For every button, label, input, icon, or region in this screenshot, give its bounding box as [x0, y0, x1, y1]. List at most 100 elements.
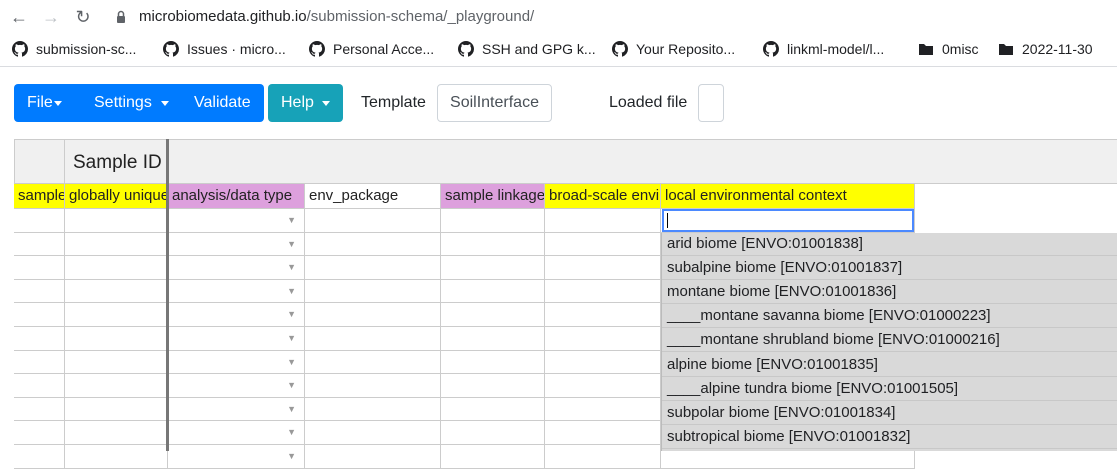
dropdown-arrow-icon[interactable]: ▼ — [287, 327, 296, 349]
table-cell[interactable] — [305, 232, 441, 257]
table-cell[interactable] — [545, 327, 661, 351]
table-cell[interactable] — [545, 209, 661, 233]
dropdown-option[interactable]: arid biome [ENVO:01001838] — [662, 233, 1117, 256]
table-cell[interactable] — [305, 445, 441, 469]
table-cell[interactable]: ▼ — [168, 350, 305, 375]
table-cell[interactable] — [14, 327, 65, 351]
table-cell[interactable] — [545, 421, 661, 445]
dropdown-option[interactable]: ____alpine tundra biome [ENVO:01001505] — [662, 377, 1117, 401]
table-cell[interactable] — [305, 303, 441, 327]
loaded-file-input[interactable] — [698, 84, 724, 122]
table-cell[interactable] — [441, 445, 545, 469]
column-header[interactable]: local environmental context — [661, 184, 915, 209]
table-cell[interactable] — [65, 279, 168, 304]
table-cell[interactable] — [65, 232, 168, 257]
table-cell[interactable] — [65, 327, 168, 351]
table-cell[interactable] — [545, 256, 661, 280]
dropdown-option[interactable]: ____montane shrubland biome [ENVO:010002… — [662, 329, 1117, 353]
table-cell[interactable] — [65, 374, 168, 398]
table-cell[interactable]: ▼ — [168, 374, 305, 398]
table-cell[interactable] — [65, 421, 168, 445]
dropdown-arrow-icon[interactable]: ▼ — [287, 256, 296, 278]
dropdown-arrow-icon[interactable]: ▼ — [287, 421, 296, 443]
table-cell[interactable] — [441, 303, 545, 327]
template-select[interactable]: SoilInterface — [437, 84, 552, 122]
column-header[interactable]: analysis/data type — [168, 184, 305, 209]
validate-button[interactable]: Validate — [180, 84, 264, 122]
dropdown-arrow-icon[interactable]: ▼ — [287, 303, 296, 325]
table-cell[interactable] — [14, 256, 65, 280]
dropdown-option[interactable]: subtropical biome [ENVO:01001832] — [662, 425, 1117, 449]
table-cell[interactable] — [305, 397, 441, 422]
table-cell[interactable] — [441, 327, 545, 351]
table-cell[interactable] — [441, 279, 545, 304]
table-cell[interactable] — [441, 374, 545, 398]
table-cell[interactable] — [14, 374, 65, 398]
table-cell[interactable]: ▼ — [168, 445, 305, 469]
table-cell[interactable]: ▼ — [168, 303, 305, 327]
table-cell[interactable] — [545, 279, 661, 304]
table-cell[interactable] — [441, 232, 545, 257]
table-cell[interactable] — [305, 350, 441, 375]
table-cell[interactable] — [305, 421, 441, 445]
dropdown-arrow-icon[interactable]: ▼ — [287, 209, 296, 231]
table-cell[interactable] — [14, 209, 65, 233]
table-cell[interactable]: ▼ — [168, 279, 305, 304]
dropdown-arrow-icon[interactable]: ▼ — [287, 445, 296, 467]
table-cell[interactable] — [14, 397, 65, 422]
table-cell[interactable] — [441, 209, 545, 233]
table-cell[interactable] — [14, 445, 65, 469]
dropdown-option[interactable]: alpine biome [ENVO:01001835] — [662, 353, 1117, 377]
table-cell[interactable]: ▼ — [168, 256, 305, 280]
dropdown-arrow-icon[interactable]: ▼ — [287, 374, 296, 396]
table-cell[interactable] — [14, 303, 65, 327]
dropdown-arrow-icon[interactable]: ▼ — [287, 351, 296, 373]
table-cell[interactable] — [545, 445, 661, 469]
table-cell[interactable] — [305, 374, 441, 398]
dropdown-option[interactable]: subpolar biome [ENVO:01001834] — [662, 401, 1117, 425]
table-cell[interactable] — [65, 303, 168, 327]
reload-icon[interactable]: ↻ — [70, 4, 96, 30]
dropdown-arrow-icon[interactable]: ▼ — [287, 280, 296, 302]
dropdown-arrow-icon[interactable]: ▼ — [287, 233, 296, 255]
table-cell[interactable] — [545, 303, 661, 327]
table-cell[interactable]: ▼ — [168, 232, 305, 257]
table-cell[interactable] — [14, 232, 65, 257]
file-menu-button[interactable]: File — [14, 84, 80, 122]
column-header[interactable]: sample name — [14, 184, 65, 209]
table-cell[interactable]: ▼ — [168, 397, 305, 422]
table-cell[interactable] — [65, 397, 168, 422]
column-header[interactable]: sample linkage — [441, 184, 545, 209]
table-cell[interactable] — [305, 279, 441, 304]
lock-icon[interactable] — [116, 10, 126, 24]
table-cell[interactable]: ▼ — [168, 421, 305, 445]
table-cell[interactable]: ▼ — [168, 327, 305, 351]
table-cell[interactable] — [305, 256, 441, 280]
table-cell[interactable] — [441, 350, 545, 375]
table-cell[interactable] — [545, 374, 661, 398]
column-header[interactable]: broad-scale environmental context — [545, 184, 661, 209]
table-cell[interactable] — [65, 256, 168, 280]
table-cell[interactable] — [545, 232, 661, 257]
table-cell[interactable]: ▼ — [168, 209, 305, 233]
column-header[interactable]: env_package — [305, 184, 441, 209]
help-menu-button[interactable]: Help — [268, 84, 343, 122]
settings-menu-button[interactable]: Settings — [80, 84, 180, 122]
table-cell[interactable] — [305, 209, 441, 233]
table-cell[interactable] — [65, 209, 168, 233]
dropdown-option[interactable]: subalpine biome [ENVO:01001837] — [662, 257, 1117, 281]
dropdown-arrow-icon[interactable]: ▼ — [287, 398, 296, 420]
table-cell[interactable] — [441, 256, 545, 280]
table-cell[interactable] — [14, 350, 65, 375]
column-header[interactable]: globally unique ID — [65, 184, 168, 209]
table-cell[interactable] — [14, 421, 65, 445]
back-icon[interactable]: ← — [6, 4, 32, 30]
table-cell[interactable] — [441, 397, 545, 422]
table-cell[interactable] — [305, 327, 441, 351]
active-cell-editor[interactable] — [662, 209, 914, 232]
table-cell[interactable] — [14, 279, 65, 304]
url-field[interactable]: microbiomedata.github.io/submission-sche… — [139, 8, 534, 26]
table-cell[interactable] — [65, 350, 168, 375]
table-cell[interactable] — [545, 397, 661, 422]
table-cell[interactable] — [441, 421, 545, 445]
